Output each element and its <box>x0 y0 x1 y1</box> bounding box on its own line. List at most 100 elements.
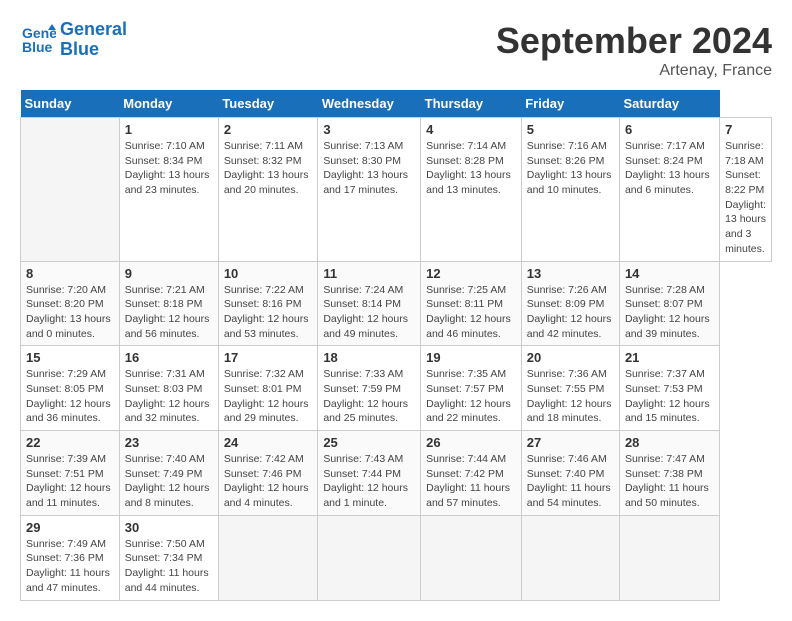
week-row-5: 29 Sunrise: 7:49 AMSunset: 7:36 PMDayligh… <box>21 515 772 600</box>
day-number: 17 <box>224 350 313 365</box>
day-info: Sunrise: 7:32 AMSunset: 8:01 PMDaylight:… <box>224 367 313 426</box>
day-info: Sunrise: 7:31 AMSunset: 8:03 PMDaylight:… <box>125 367 213 426</box>
day-cell: 3Sunrise: 7:13 AMSunset: 8:30 PMDaylight… <box>318 118 421 262</box>
day-info: Sunrise: 7:40 AMSunset: 7:49 PMDaylight:… <box>125 452 213 511</box>
day-cell <box>218 515 318 600</box>
day-cell: 27Sunrise: 7:46 AMSunset: 7:40 PMDayligh… <box>521 431 619 516</box>
day-cell: 26 Sunrise: 7:44 AMSunset: 7:42 PMDayligh… <box>421 431 522 516</box>
logo: General Blue General Blue <box>20 20 127 60</box>
day-cell: 25Sunrise: 7:43 AMSunset: 7:44 PMDayligh… <box>318 431 421 516</box>
day-header-friday: Friday <box>521 90 619 118</box>
day-info: Sunrise: 7:28 AMSunset: 8:07 PMDaylight:… <box>625 283 714 342</box>
day-number: 19 <box>426 350 516 365</box>
day-cell: 29 Sunrise: 7:49 AMSunset: 7:36 PMDayligh… <box>21 515 120 600</box>
day-cell <box>421 515 522 600</box>
day-number: 15 <box>26 350 114 365</box>
day-info: Sunrise: 7:29 AMSunset: 8:05 PMDaylight:… <box>26 367 114 426</box>
day-cell: 4 Sunrise: 7:14 AMSunset: 8:28 PMDaylight… <box>421 118 522 262</box>
day-number: 5 <box>527 122 614 137</box>
day-number: 16 <box>125 350 213 365</box>
day-cell: 19 Sunrise: 7:35 AMSunset: 7:57 PMDayligh… <box>421 346 522 431</box>
day-cell: 24Sunrise: 7:42 AMSunset: 7:46 PMDayligh… <box>218 431 318 516</box>
logo-line1: General <box>60 20 127 40</box>
day-number: 13 <box>527 266 614 281</box>
day-number: 6 <box>625 122 714 137</box>
day-cell: 28 Sunrise: 7:47 AMSunset: 7:38 PMDayligh… <box>619 431 719 516</box>
day-cell: 7 Sunrise: 7:18 AMSunset: 8:22 PMDaylight… <box>720 118 772 262</box>
day-cell: 17 Sunrise: 7:32 AMSunset: 8:01 PMDayligh… <box>218 346 318 431</box>
day-info: Sunrise: 7:21 AMSunset: 8:18 PMDaylight:… <box>125 283 213 342</box>
day-number: 18 <box>323 350 415 365</box>
day-cell: 21 Sunrise: 7:37 AMSunset: 7:53 PMDayligh… <box>619 346 719 431</box>
day-number: 29 <box>26 520 114 535</box>
day-number: 14 <box>625 266 714 281</box>
day-number: 9 <box>125 266 213 281</box>
day-number: 2 <box>224 122 313 137</box>
day-number: 7 <box>725 122 766 137</box>
day-number: 8 <box>26 266 114 281</box>
day-info: Sunrise: 7:39 AMSunset: 7:51 PMDaylight:… <box>26 452 114 511</box>
day-header-sunday: Sunday <box>21 90 120 118</box>
week-row-2: 8 Sunrise: 7:20 AMSunset: 8:20 PMDaylight… <box>21 261 772 346</box>
day-header-thursday: Thursday <box>421 90 522 118</box>
week-row-1: 1Sunrise: 7:10 AMSunset: 8:34 PMDaylight… <box>21 118 772 262</box>
day-cell: 1Sunrise: 7:10 AMSunset: 8:34 PMDaylight… <box>119 118 218 262</box>
month-title: September 2024 <box>496 20 772 62</box>
day-number: 4 <box>426 122 516 137</box>
day-number: 10 <box>224 266 313 281</box>
day-number: 26 <box>426 435 516 450</box>
day-header-saturday: Saturday <box>619 90 719 118</box>
day-number: 27 <box>527 435 614 450</box>
day-cell: 16 Sunrise: 7:31 AMSunset: 8:03 PMDayligh… <box>119 346 218 431</box>
day-cell: 12 Sunrise: 7:25 AMSunset: 8:11 PMDayligh… <box>421 261 522 346</box>
day-info: Sunrise: 7:11 AMSunset: 8:32 PMDaylight:… <box>224 139 313 198</box>
day-info: Sunrise: 7:44 AMSunset: 7:42 PMDaylight:… <box>426 452 516 511</box>
day-number: 23 <box>125 435 213 450</box>
day-info: Sunrise: 7:18 AMSunset: 8:22 PMDaylight:… <box>725 139 766 257</box>
day-info: Sunrise: 7:24 AMSunset: 8:14 PMDaylight:… <box>323 283 415 342</box>
day-cell: 11 Sunrise: 7:24 AMSunset: 8:14 PMDayligh… <box>318 261 421 346</box>
week-row-4: 22 Sunrise: 7:39 AMSunset: 7:51 PMDayligh… <box>21 431 772 516</box>
title-block: September 2024 Artenay, France <box>496 20 772 80</box>
day-info: Sunrise: 7:47 AMSunset: 7:38 PMDaylight:… <box>625 452 714 511</box>
day-number: 24 <box>224 435 313 450</box>
day-info: Sunrise: 7:25 AMSunset: 8:11 PMDaylight:… <box>426 283 516 342</box>
day-number: 11 <box>323 266 415 281</box>
week-row-3: 15 Sunrise: 7:29 AMSunset: 8:05 PMDayligh… <box>21 346 772 431</box>
day-info: Sunrise: 7:36 AMSunset: 7:55 PMDaylight:… <box>527 367 614 426</box>
day-info: Sunrise: 7:37 AMSunset: 7:53 PMDaylight:… <box>625 367 714 426</box>
day-number: 20 <box>527 350 614 365</box>
day-info: Sunrise: 7:50 AMSunset: 7:34 PMDaylight:… <box>125 537 213 596</box>
day-info: Sunrise: 7:22 AMSunset: 8:16 PMDaylight:… <box>224 283 313 342</box>
day-cell: 15 Sunrise: 7:29 AMSunset: 8:05 PMDayligh… <box>21 346 120 431</box>
day-cell: 30Sunrise: 7:50 AMSunset: 7:34 PMDayligh… <box>119 515 218 600</box>
day-number: 22 <box>26 435 114 450</box>
day-number: 3 <box>323 122 415 137</box>
day-number: 12 <box>426 266 516 281</box>
day-cell: 18 Sunrise: 7:33 AMSunset: 7:59 PMDayligh… <box>318 346 421 431</box>
day-info: Sunrise: 7:33 AMSunset: 7:59 PMDaylight:… <box>323 367 415 426</box>
day-cell: 23 Sunrise: 7:40 AMSunset: 7:49 PMDayligh… <box>119 431 218 516</box>
day-cell <box>619 515 719 600</box>
day-number: 28 <box>625 435 714 450</box>
location: Artenay, France <box>496 62 772 80</box>
svg-text:Blue: Blue <box>22 39 53 55</box>
day-cell <box>318 515 421 600</box>
day-header-tuesday: Tuesday <box>218 90 318 118</box>
logo-line2: Blue <box>60 40 127 60</box>
day-number: 25 <box>323 435 415 450</box>
day-info: Sunrise: 7:14 AMSunset: 8:28 PMDaylight:… <box>426 139 516 198</box>
day-cell: 8 Sunrise: 7:20 AMSunset: 8:20 PMDaylight… <box>21 261 120 346</box>
calendar-table: SundayMondayTuesdayWednesdayThursdayFrid… <box>20 90 772 601</box>
day-cell <box>21 118 120 262</box>
header-row: SundayMondayTuesdayWednesdayThursdayFrid… <box>21 90 772 118</box>
page-header: General Blue General Blue September 2024… <box>20 20 772 80</box>
day-cell: 13Sunrise: 7:26 AMSunset: 8:09 PMDayligh… <box>521 261 619 346</box>
day-info: Sunrise: 7:10 AMSunset: 8:34 PMDaylight:… <box>125 139 213 198</box>
day-info: Sunrise: 7:49 AMSunset: 7:36 PMDaylight:… <box>26 537 114 596</box>
day-info: Sunrise: 7:35 AMSunset: 7:57 PMDaylight:… <box>426 367 516 426</box>
day-number: 21 <box>625 350 714 365</box>
day-cell: 5Sunrise: 7:16 AMSunset: 8:26 PMDaylight… <box>521 118 619 262</box>
day-info: Sunrise: 7:20 AMSunset: 8:20 PMDaylight:… <box>26 283 114 342</box>
day-cell: 2 Sunrise: 7:11 AMSunset: 8:32 PMDaylight… <box>218 118 318 262</box>
